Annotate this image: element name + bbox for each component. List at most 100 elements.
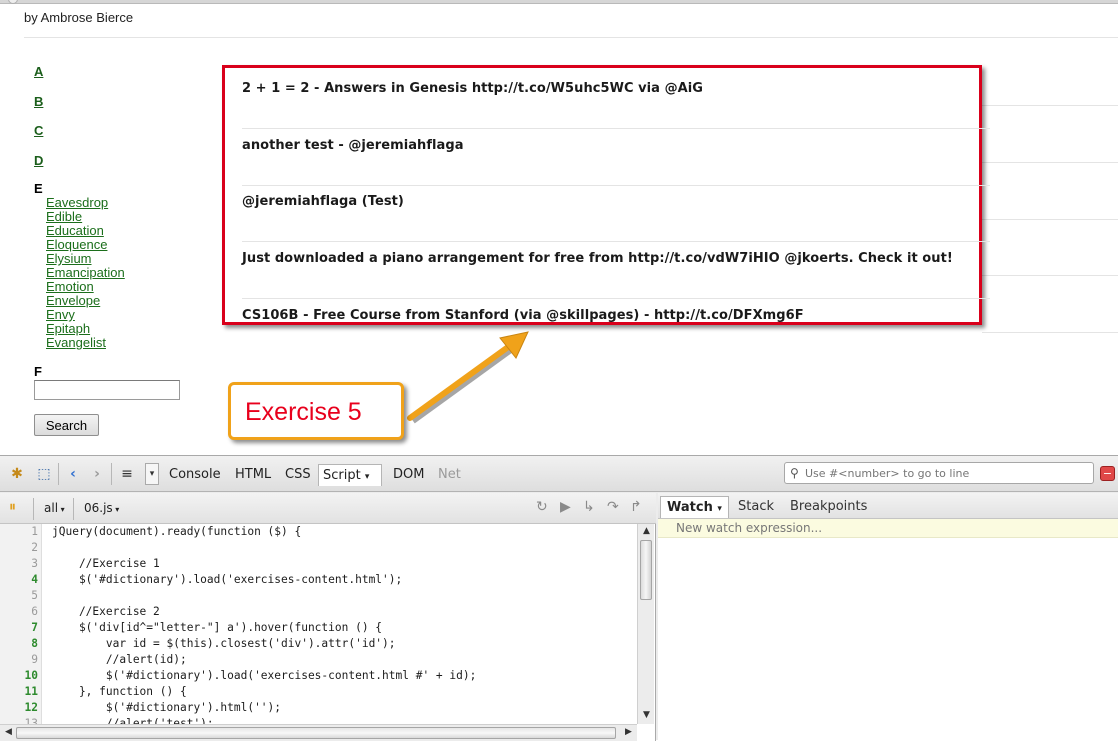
firebug-toolbar: ✱ ⬚ ‹ › ≡ ▾ Console HTML CSS Script ▾ DO… (0, 456, 1118, 492)
pause-icon[interactable]: ⏸ (9, 499, 16, 515)
chevron-down-icon: ▾ (717, 504, 722, 514)
goto-line-input[interactable] (784, 462, 1094, 484)
code-text: //Exercise 2 (52, 605, 160, 618)
e-word-link[interactable]: Edible (46, 210, 125, 224)
divider (24, 37, 1118, 38)
vertical-scrollbar[interactable]: ▲ ▼ (637, 524, 654, 724)
tab-watch[interactable]: Watch ▾ (660, 496, 729, 518)
tab-stack[interactable]: Stack (732, 496, 780, 518)
inspect-icon[interactable]: ⬚ (35, 465, 53, 483)
firebug-panel: ✱ ⬚ ‹ › ≡ ▾ Console HTML CSS Script ▾ DO… (0, 455, 1118, 741)
separator (73, 498, 74, 520)
e-word-list: Eavesdrop Edible Education Eloquence Ely… (46, 196, 125, 350)
step-over-icon[interactable]: ↷ (607, 499, 619, 515)
e-word-link[interactable]: Emancipation (46, 266, 125, 280)
scroll-left-icon[interactable]: ◀ (1, 727, 16, 737)
tab-script[interactable]: Script ▾ (318, 464, 382, 486)
e-word-link[interactable]: Elysium (46, 252, 125, 266)
side-panel: Watch ▾ Stack Breakpoints New watch expr… (658, 493, 1118, 741)
code-line: 4 $('#dictionary').load('exercises-conte… (0, 572, 637, 588)
code-line: 6 //Exercise 2 (0, 604, 637, 620)
forward-arrow-icon[interactable]: › (88, 465, 106, 483)
step-into-icon[interactable]: ↳ (583, 499, 595, 515)
circle-icon (8, 0, 18, 4)
letter-link-c[interactable]: C (34, 123, 43, 153)
search-input[interactable] (34, 380, 180, 400)
line-number[interactable]: 13 (0, 716, 38, 724)
scroll-down-icon[interactable]: ▼ (639, 710, 654, 720)
tab-dom[interactable]: DOM (389, 464, 428, 486)
scroll-thumb[interactable] (16, 727, 616, 739)
tab-watch-label: Watch (667, 500, 713, 515)
menu-icon[interactable]: ≡ (118, 465, 136, 483)
tweet-text: another test - @jeremiahflaga (242, 138, 464, 153)
tab-breakpoints[interactable]: Breakpoints (784, 496, 873, 518)
letter-link-a[interactable]: A (34, 64, 43, 94)
line-number[interactable]: 5 (0, 588, 38, 604)
divider (982, 219, 1118, 220)
line-number[interactable]: 9 (0, 652, 38, 668)
scroll-thumb[interactable] (640, 540, 652, 600)
line-number[interactable]: 4 (0, 572, 38, 588)
chevron-down-icon: ▾ (364, 472, 370, 482)
tab-net[interactable]: Net (434, 464, 465, 486)
line-number[interactable]: 1 (0, 524, 38, 540)
chevron-down-icon: ▾ (112, 505, 120, 514)
code-text: $('#dictionary').load('exercises-content… (52, 669, 477, 682)
e-word-link[interactable]: Epitaph (46, 322, 125, 336)
line-number[interactable]: 11 (0, 684, 38, 700)
firebug-bug-icon[interactable]: ✱ (8, 465, 26, 483)
new-watch-expression[interactable]: New watch expression... (658, 519, 1118, 538)
code-line: 2 (0, 540, 637, 556)
tab-script-label: Script (323, 468, 361, 483)
letter-heading-e: E (34, 181, 43, 196)
line-number[interactable]: 12 (0, 700, 38, 716)
code-text: //alert('test'); (52, 717, 214, 724)
code-view[interactable]: 1 jQuery(document).ready(function ($) {2 3… (0, 524, 637, 724)
rerun-icon[interactable]: ↻ (536, 499, 548, 515)
tweet-text: 2 + 1 = 2 - Answers in Genesis http://t.… (242, 81, 703, 96)
scroll-up-icon[interactable]: ▲ (639, 526, 654, 536)
scope-select[interactable]: all ▾ (44, 501, 65, 515)
line-number[interactable]: 10 (0, 668, 38, 684)
e-word-link[interactable]: Envelope (46, 294, 125, 308)
tab-console[interactable]: Console (165, 464, 225, 486)
e-word-link[interactable]: Emotion (46, 280, 125, 294)
file-select[interactable]: 06.js ▾ (84, 501, 119, 515)
e-word-link[interactable]: Education (46, 224, 125, 238)
step-out-icon[interactable]: ↱ (630, 499, 642, 515)
exercise-callout: Exercise 5 (228, 382, 404, 440)
script-panel: ⏸ all ▾ 06.js ▾ ↻ ▶ ↳ ↷ ↱ 1 jQuery(docume… (0, 493, 656, 741)
code-text: //alert(id); (52, 653, 187, 666)
close-icon[interactable]: − (1100, 466, 1115, 481)
chevron-down-icon[interactable]: ▾ (145, 463, 159, 485)
search-icon: ⚲ (790, 466, 799, 480)
letter-link-b[interactable]: B (34, 94, 43, 124)
code-text: $('#dictionary').html(''); (52, 701, 282, 714)
search-button[interactable]: Search (34, 414, 99, 436)
back-arrow-icon[interactable]: ‹ (64, 465, 82, 483)
line-number[interactable]: 2 (0, 540, 38, 556)
tweet-item: another test - @jeremiahflaga (242, 129, 990, 186)
code-line: 10 $('#dictionary').load('exercises-cont… (0, 668, 637, 684)
letter-link-d[interactable]: D (34, 153, 43, 183)
chevron-down-icon: ▾ (58, 505, 65, 514)
file-label: 06.js (84, 501, 113, 515)
e-word-link[interactable]: Eloquence (46, 238, 125, 252)
dictionary-panel: 2 + 1 = 2 - Answers in Genesis http://t.… (222, 65, 990, 325)
scroll-right-icon[interactable]: ▶ (621, 727, 636, 737)
line-number[interactable]: 6 (0, 604, 38, 620)
top-divider (0, 0, 1118, 4)
e-word-link[interactable]: Eavesdrop (46, 196, 125, 210)
code-text: //Exercise 1 (52, 557, 160, 570)
e-word-link[interactable]: Envy (46, 308, 125, 322)
line-number[interactable]: 8 (0, 636, 38, 652)
line-number[interactable]: 7 (0, 620, 38, 636)
line-number[interactable]: 3 (0, 556, 38, 572)
horizontal-scrollbar[interactable]: ◀ ▶ (0, 724, 637, 741)
tab-html[interactable]: HTML (231, 464, 275, 486)
e-word-link[interactable]: Evangelist (46, 336, 125, 350)
tab-css[interactable]: CSS (281, 464, 315, 486)
continue-icon[interactable]: ▶ (560, 499, 571, 515)
byline: by Ambrose Bierce (24, 10, 134, 25)
